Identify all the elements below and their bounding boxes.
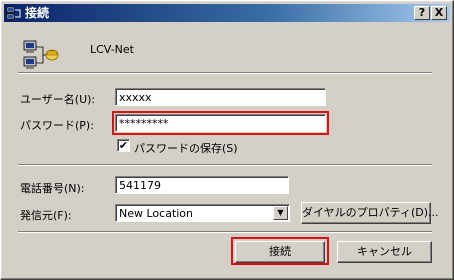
help-button[interactable]: ?	[414, 6, 430, 20]
title-bar[interactable]: 接続 ? X	[4, 4, 450, 22]
dial-from-select[interactable]: New Location ▼	[115, 204, 290, 222]
connection-name: LCV-Net	[90, 43, 134, 56]
separator-top	[18, 72, 432, 74]
dial-up-connection-icon	[23, 40, 59, 69]
dropdown-arrow-icon[interactable]: ▼	[273, 206, 288, 220]
cancel-button[interactable]: キャンセル	[337, 241, 432, 263]
dial-from-label: 発信元(F):	[20, 209, 72, 222]
phone-number-field[interactable]: 541179	[115, 176, 289, 194]
dial-from-value: New Location	[119, 207, 194, 220]
separator-bottom	[18, 231, 432, 233]
username-field[interactable]: xxxxx	[115, 88, 326, 106]
save-password-label[interactable]: パスワードの保存(S)	[134, 140, 238, 156]
save-password-checkbox[interactable]: ✔	[117, 139, 130, 152]
username-label: ユーザー名(U):	[20, 93, 96, 106]
connect-dialog: 接続 ? X LCV-Net ユーザー名(U): xxxxx パスワード(P):…	[0, 0, 454, 280]
password-label: パスワード(P):	[20, 119, 94, 132]
connect-button[interactable]: 接続	[235, 241, 325, 263]
close-button[interactable]: X	[431, 6, 447, 20]
password-field[interactable]: *********	[115, 114, 326, 132]
window-title: 接続	[25, 6, 50, 20]
network-connection-icon	[6, 6, 21, 20]
phone-number-label: 電話番号(N):	[20, 182, 85, 195]
dial-properties-button[interactable]: ダイヤルのプロパティ(D)...	[301, 202, 439, 224]
separator-middle	[18, 164, 432, 166]
